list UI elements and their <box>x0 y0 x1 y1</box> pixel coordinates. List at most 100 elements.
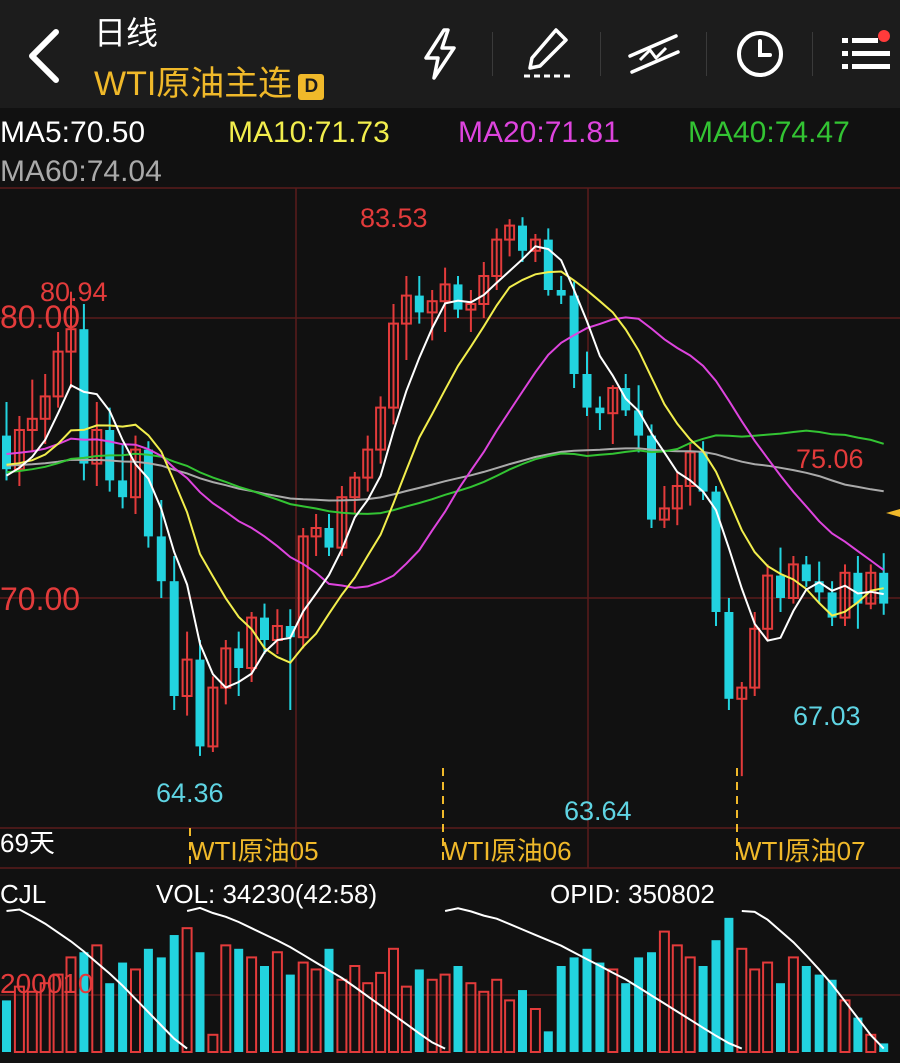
volume-bar-up <box>529 1008 541 1053</box>
volume-bar-up <box>749 968 761 1053</box>
volume-bar-up <box>671 944 683 1053</box>
volume-bar-up <box>839 999 851 1054</box>
volume-bar-up <box>478 990 490 1053</box>
candle-down <box>582 374 592 408</box>
volume-bar-up <box>220 944 232 1053</box>
volume-bar-down <box>543 1031 553 1052</box>
candle-down <box>414 295 424 313</box>
candle-down <box>234 648 244 668</box>
volume-axis-label: 200010 <box>0 968 93 999</box>
volume-bar-down <box>698 966 708 1052</box>
chart-grid <box>0 187 900 996</box>
candle-down <box>118 480 128 498</box>
kline-chart[interactable]: 80.00 70.00 80.94 83.53 64.36 63.64 67.0… <box>0 0 900 1063</box>
ma-lines <box>5 245 885 1050</box>
opid-value: OPID: 350802 <box>550 879 715 909</box>
volume-bar-up <box>762 961 774 1053</box>
candle-down <box>169 581 179 696</box>
price-axis-label: 70.00 <box>0 581 80 617</box>
volume-bar-up <box>26 990 38 1053</box>
volume-bar-down <box>569 957 579 1052</box>
volume-bar-up <box>504 999 516 1054</box>
volume-indicator-name: CJL <box>0 879 46 909</box>
candle-down <box>595 407 605 414</box>
candle-down <box>543 239 553 290</box>
period-count: 69天 <box>0 828 55 858</box>
volume-bar-down <box>621 983 631 1052</box>
contract-label: WTI原油06 <box>443 836 572 866</box>
volume-bar-down <box>814 974 824 1052</box>
candle-down <box>698 452 708 492</box>
open-interest-line <box>186 906 446 1050</box>
last-price-annotation: 75.06 <box>796 444 864 474</box>
open-interest-line <box>444 907 743 1050</box>
volume-bar-down <box>2 1000 11 1052</box>
current-price-marker <box>886 509 900 517</box>
volume-bar-up <box>607 968 619 1053</box>
volume-bar-down <box>143 948 153 1052</box>
candle-down <box>776 575 785 598</box>
volume-bar-up <box>388 947 399 1053</box>
volume-bar-up <box>349 965 361 1053</box>
volume-bar-down <box>453 966 463 1052</box>
volume-bars <box>2 917 889 1054</box>
candles <box>2 217 889 777</box>
volume-bar-up <box>658 930 670 1053</box>
candle-down <box>260 617 269 640</box>
volume-bar-up <box>246 956 258 1054</box>
contract-label: WTI原油07 <box>737 836 866 866</box>
volume-bar-up <box>439 973 451 1053</box>
volume-bar-up <box>684 956 696 1054</box>
volume-bar-up <box>787 956 799 1054</box>
volume-bar-down <box>260 966 269 1052</box>
volume-value: VOL: 34230(42:58) <box>156 879 377 909</box>
volume-bar-down <box>285 974 295 1052</box>
volume-bar-down <box>195 952 205 1052</box>
high-annotation: 83.53 <box>360 203 428 233</box>
low-annotation: 67.03 <box>793 701 861 731</box>
candle-down <box>195 659 205 747</box>
volume-bar-down <box>776 983 785 1052</box>
candle-down <box>647 435 656 520</box>
candle-down <box>156 536 166 582</box>
candle-down <box>801 564 811 582</box>
volume-bar-up <box>375 971 387 1054</box>
volume-bar-down <box>582 948 592 1052</box>
volume-bar-down <box>724 917 734 1052</box>
volume-bar-up <box>271 951 283 1053</box>
volume-bar-up <box>310 968 322 1053</box>
volume-bar-down <box>801 966 811 1052</box>
volume-bar-down <box>156 957 166 1052</box>
high-annotation: 80.94 <box>40 277 108 307</box>
candle-down <box>724 612 734 699</box>
volume-bar-down <box>634 957 644 1052</box>
volume-bar-up <box>336 978 348 1054</box>
volume-bar-up <box>491 978 503 1054</box>
candle-down <box>453 284 463 310</box>
ma60-line <box>6 447 884 502</box>
candle-down <box>324 528 334 548</box>
ma40-line <box>6 429 884 515</box>
volume-bar-up <box>207 1033 219 1054</box>
volume-bar-up <box>130 968 141 1053</box>
volume-bar-down <box>595 962 605 1052</box>
candle-down <box>634 410 644 436</box>
low-annotation: 64.36 <box>156 778 224 808</box>
volume-bar-down <box>414 969 424 1052</box>
volume-bar-down <box>647 952 656 1052</box>
volume-bar-down <box>105 983 115 1052</box>
volume-bar-down <box>324 948 334 1052</box>
candle-down <box>79 329 89 464</box>
volume-bar-down <box>827 979 837 1052</box>
volume-bar-down <box>556 966 566 1052</box>
volume-bar-up <box>400 985 412 1054</box>
candle-down <box>556 290 566 296</box>
volume-bar-up <box>465 982 477 1054</box>
volume-bar-down <box>234 948 244 1052</box>
volume-bar-up <box>297 961 309 1053</box>
volume-bar-up <box>181 927 193 1053</box>
volume-bar-up <box>736 947 748 1053</box>
low-annotation: 63.64 <box>564 796 632 826</box>
volume-bar-down <box>518 990 527 1052</box>
candle-down <box>518 225 527 251</box>
